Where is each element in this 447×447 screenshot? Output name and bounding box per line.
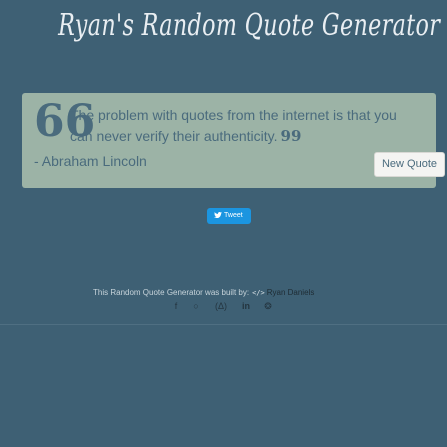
new-quote-button[interactable]: New Quote: [374, 152, 445, 177]
bottom-divider: [0, 324, 447, 325]
quote-text-block: The problem with quotes from the interne…: [70, 105, 420, 147]
tweet-button[interactable]: Tweet: [207, 208, 251, 224]
quote-close-icon: 99: [280, 127, 302, 145]
quote-text: The problem with quotes from the interne…: [70, 107, 397, 144]
github-icon[interactable]: ○: [191, 299, 201, 313]
tweet-label: Tweet: [224, 212, 243, 219]
quote-card: 66 The problem with quotes from the inte…: [22, 93, 445, 188]
quote-author: - Abraham Lincoln: [34, 153, 147, 169]
facebook-icon[interactable]: f: [172, 299, 180, 313]
freecodecamp-icon[interactable]: (Δ): [212, 299, 230, 313]
twitter-icon: [214, 212, 222, 219]
page-title: Ryan's Random Quote Generator: [58, 8, 441, 43]
footer-built-by-text: This Random Quote Generator was built by…: [93, 288, 250, 297]
codepen-icon[interactable]: ❂: [263, 299, 273, 313]
code-icon: </>: [252, 289, 265, 297]
linkedin-icon[interactable]: in: [240, 299, 252, 313]
footer-author-link[interactable]: Ryan Daniels: [267, 288, 315, 297]
social-links: f ○ (Δ) in ❂: [170, 299, 280, 313]
footer-credit: This Random Quote Generator was built by…: [93, 288, 314, 297]
